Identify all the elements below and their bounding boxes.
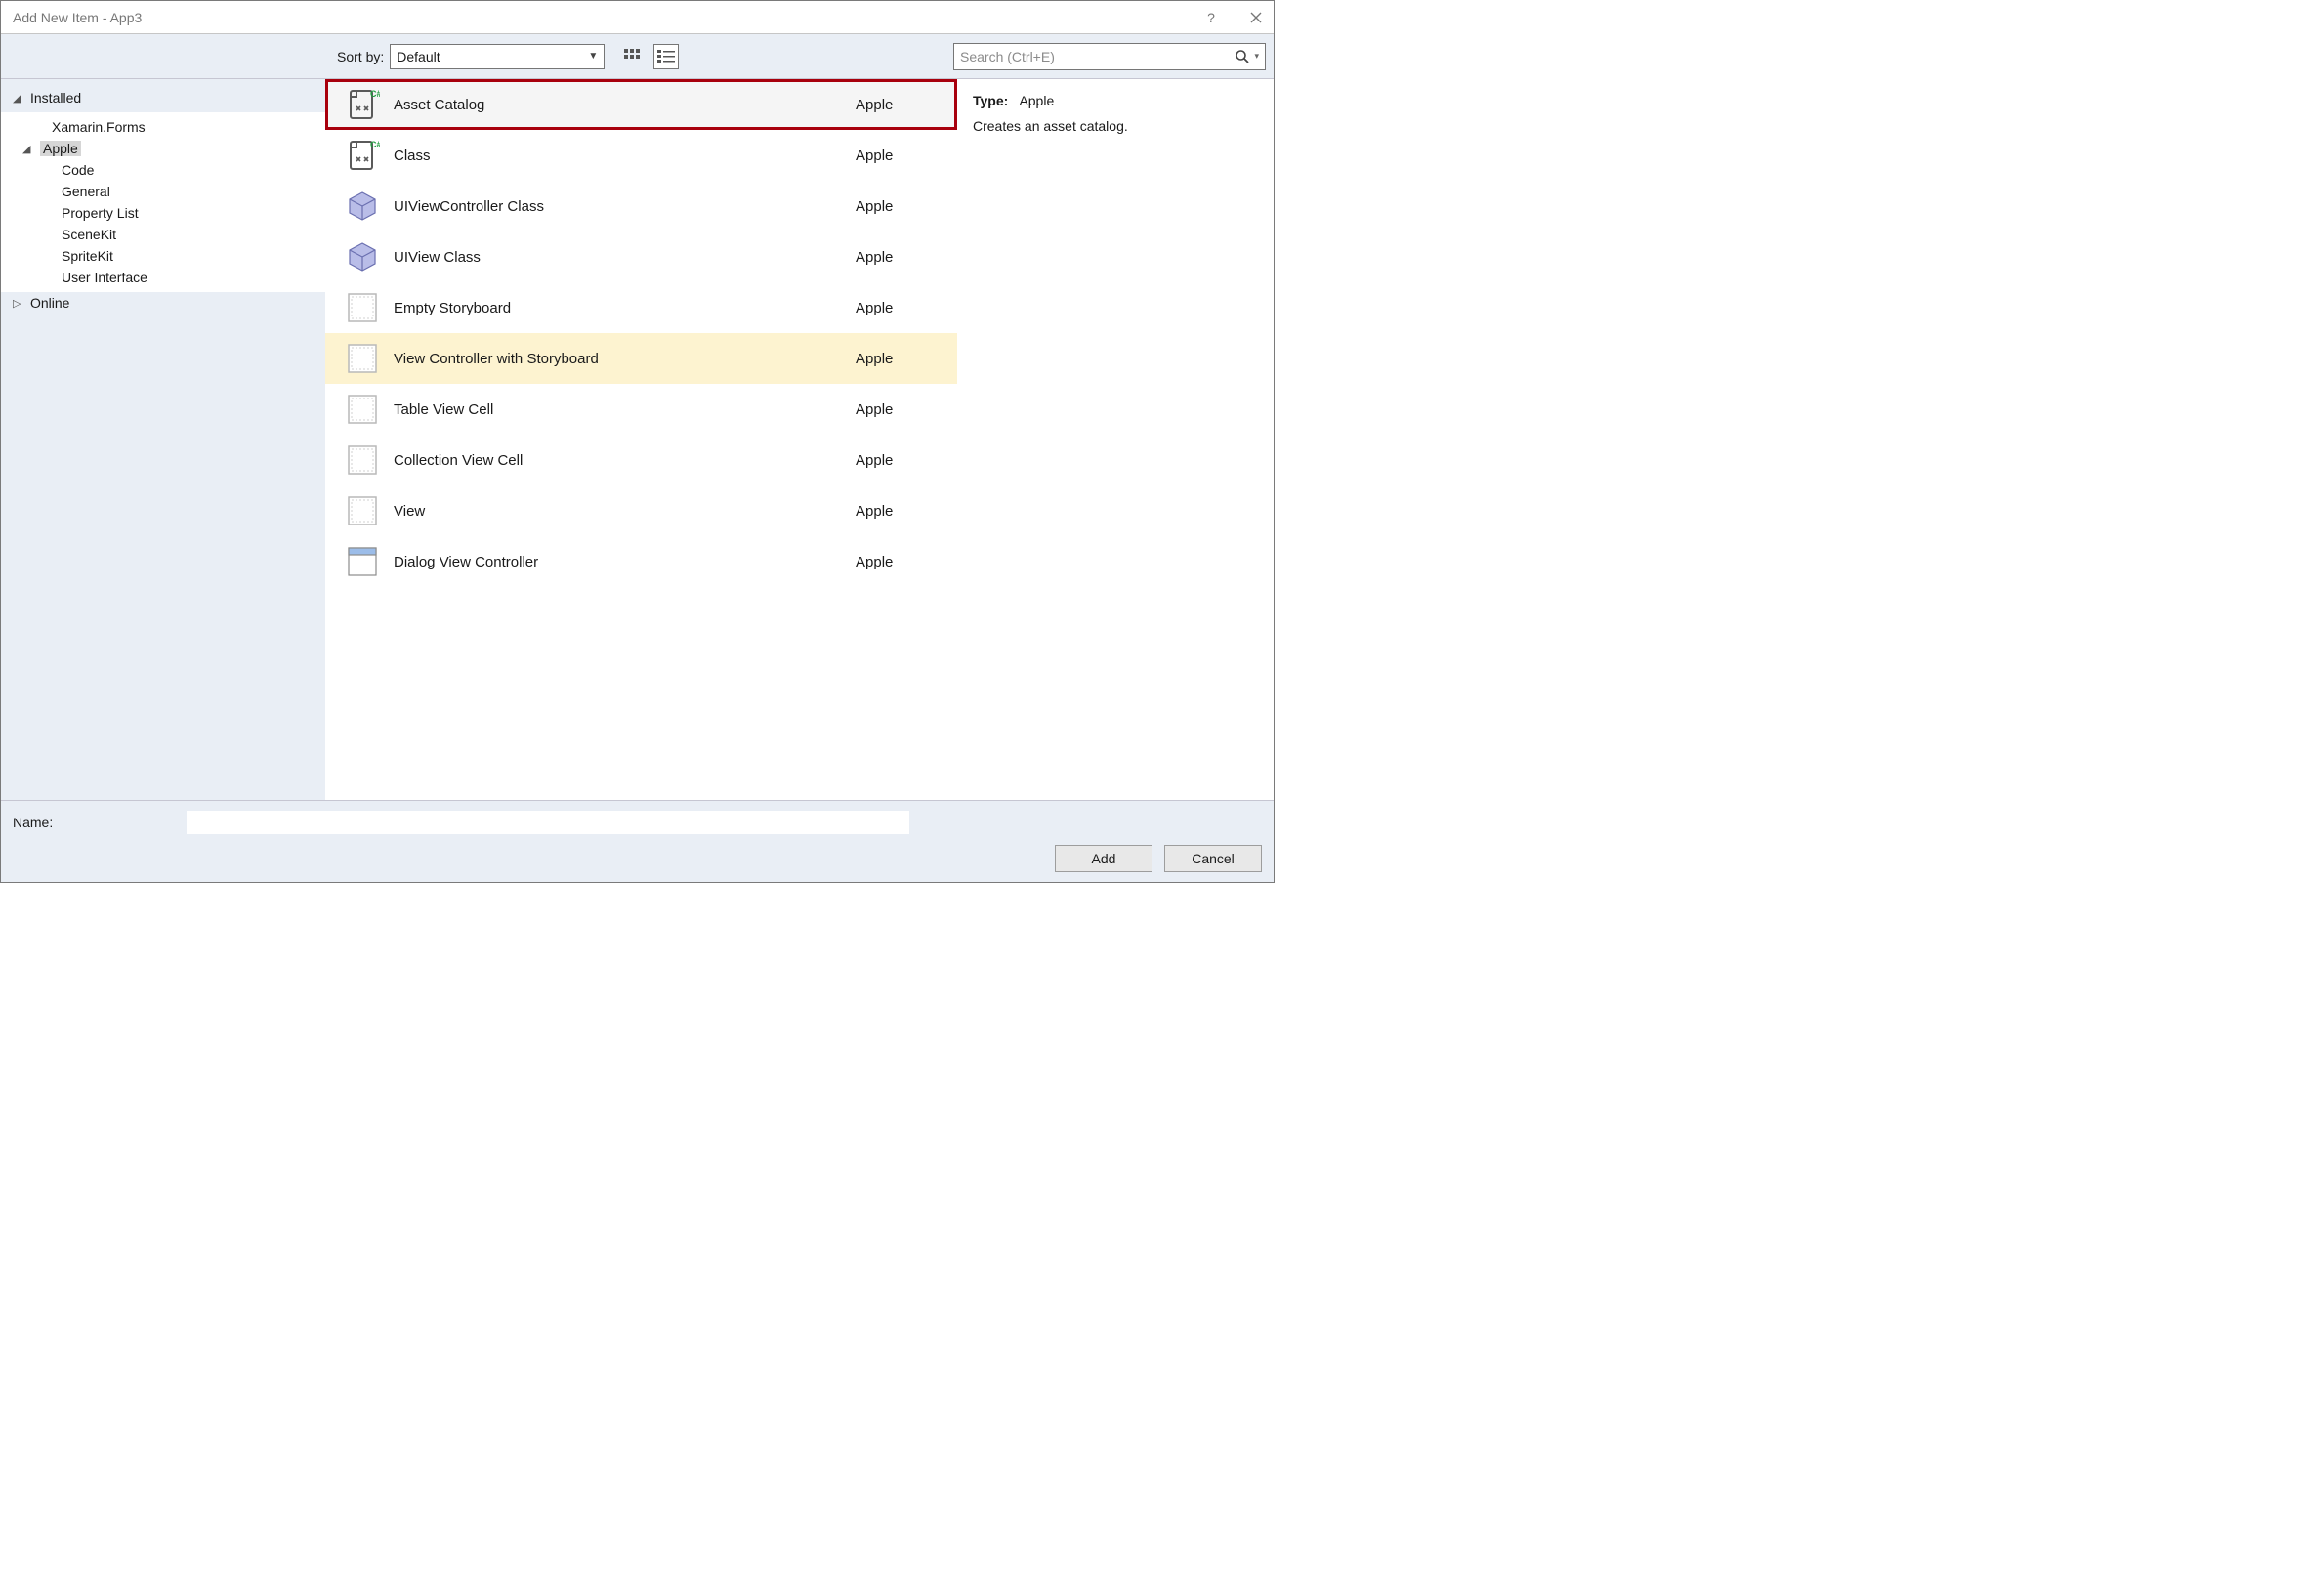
- template-name: View: [384, 503, 856, 520]
- template-category: Apple: [856, 97, 934, 113]
- sort-by-value: Default: [397, 49, 440, 64]
- sidebar: ◢ Installed Xamarin.Forms ◢ Apple Code G…: [1, 79, 325, 800]
- window-title: Add New Item - App3: [13, 10, 1199, 25]
- help-button[interactable]: ?: [1199, 10, 1223, 25]
- toolbar: Sort by: Default ▼: [1, 34, 1274, 79]
- name-input[interactable]: [187, 811, 909, 834]
- main-content: ◢ Installed Xamarin.Forms ◢ Apple Code G…: [1, 79, 1274, 800]
- storyboard-icon: [346, 393, 379, 426]
- sidebar-item-label: Apple: [40, 141, 81, 156]
- template-category: Apple: [856, 300, 934, 316]
- details-type-label: Type:: [973, 93, 1008, 108]
- sidebar-label: Installed: [30, 90, 81, 105]
- details-type-value: Apple: [1019, 93, 1054, 108]
- csharp-file-icon: C#: [345, 138, 380, 173]
- template-name: View Controller with Storyboard: [384, 351, 856, 367]
- expand-icon: ▷: [13, 297, 24, 310]
- collapse-icon: ◢: [22, 143, 34, 155]
- template-category: Apple: [856, 351, 934, 367]
- csharp-file-icon: C#: [345, 87, 380, 122]
- template-name: Asset Catalog: [384, 97, 856, 113]
- titlebar: Add New Item - App3 ?: [1, 1, 1274, 34]
- template-name: UIViewController Class: [384, 198, 856, 215]
- template-row[interactable]: Collection View Cell Apple: [325, 435, 957, 485]
- footer: Name: Add Cancel: [1, 800, 1274, 882]
- details-type: Type: Apple: [973, 93, 1258, 108]
- template-category: Apple: [856, 147, 934, 164]
- close-icon: [1250, 12, 1262, 23]
- sidebar-item-label: Code: [62, 162, 94, 178]
- storyboard-icon: [346, 342, 379, 375]
- template-category: Apple: [856, 503, 934, 520]
- template-row[interactable]: View Apple: [325, 485, 957, 536]
- sort-by-label: Sort by:: [337, 49, 384, 64]
- details-description: Creates an asset catalog.: [973, 118, 1258, 134]
- template-row[interactable]: UIView Class Apple: [325, 231, 957, 282]
- search-icon: [1235, 49, 1250, 64]
- template-row[interactable]: C# Class Apple: [325, 130, 957, 181]
- view-small-icons-button[interactable]: [653, 44, 679, 69]
- sidebar-item-label: General: [62, 184, 110, 199]
- sidebar-item-user-interface[interactable]: User Interface: [1, 267, 325, 288]
- collapse-icon: ◢: [13, 92, 24, 105]
- class-box-icon: [346, 240, 379, 273]
- template-row[interactable]: View Controller with Storyboard Apple: [325, 333, 957, 384]
- sidebar-item-spritekit[interactable]: SpriteKit: [1, 245, 325, 267]
- cancel-button[interactable]: Cancel: [1164, 845, 1262, 872]
- template-list: C# Asset Catalog Apple C# Class Apple UI…: [325, 79, 957, 800]
- template-row[interactable]: Dialog View Controller Apple: [325, 536, 957, 587]
- view-medium-icons-button[interactable]: [620, 44, 646, 69]
- grid-icon: [624, 49, 642, 64]
- sidebar-node-online[interactable]: ▷ Online: [1, 292, 325, 314]
- template-category: Apple: [856, 554, 934, 570]
- sidebar-item-scenekit[interactable]: SceneKit: [1, 224, 325, 245]
- sidebar-item-code[interactable]: Code: [1, 159, 325, 181]
- chevron-down-icon: ▼: [588, 51, 598, 62]
- search-box[interactable]: ▾: [953, 43, 1266, 70]
- template-name: UIView Class: [384, 249, 856, 266]
- template-row[interactable]: C# Asset Catalog Apple: [325, 79, 957, 130]
- name-label: Name:: [13, 815, 169, 830]
- sidebar-item-label: SpriteKit: [62, 248, 113, 264]
- template-row[interactable]: Empty Storyboard Apple: [325, 282, 957, 333]
- list-icon: [657, 49, 675, 64]
- template-name: Collection View Cell: [384, 452, 856, 469]
- sidebar-item-xamarin-forms[interactable]: Xamarin.Forms: [1, 116, 325, 138]
- template-category: Apple: [856, 452, 934, 469]
- template-row[interactable]: Table View Cell Apple: [325, 384, 957, 435]
- svg-text:C#: C#: [370, 140, 380, 149]
- search-button[interactable]: ▾: [1235, 49, 1259, 64]
- search-input[interactable]: [960, 49, 1235, 64]
- storyboard-icon: [346, 291, 379, 324]
- storyboard-icon: [346, 494, 379, 527]
- chevron-down-icon: ▾: [1254, 51, 1259, 62]
- dialog-icon: [346, 545, 379, 578]
- sidebar-item-label: SceneKit: [62, 227, 116, 242]
- sidebar-item-label: User Interface: [62, 270, 147, 285]
- sidebar-item-property-list[interactable]: Property List: [1, 202, 325, 224]
- sidebar-node-installed[interactable]: ◢ Installed: [1, 87, 325, 108]
- template-category: Apple: [856, 401, 934, 418]
- svg-text:C#: C#: [370, 89, 380, 99]
- details-panel: Type: Apple Creates an asset catalog.: [957, 79, 1274, 800]
- template-name: Empty Storyboard: [384, 300, 856, 316]
- sidebar-item-label: Property List: [62, 205, 139, 221]
- template-name: Dialog View Controller: [384, 554, 856, 570]
- template-name: Class: [384, 147, 856, 164]
- sidebar-item-apple[interactable]: ◢ Apple: [1, 138, 325, 159]
- sidebar-item-label: Xamarin.Forms: [52, 119, 146, 135]
- template-row[interactable]: UIViewController Class Apple: [325, 181, 957, 231]
- storyboard-icon: [346, 443, 379, 477]
- sidebar-label: Online: [30, 295, 69, 311]
- add-button[interactable]: Add: [1055, 845, 1152, 872]
- template-name: Table View Cell: [384, 401, 856, 418]
- class-box-icon: [346, 189, 379, 223]
- template-category: Apple: [856, 198, 934, 215]
- template-category: Apple: [856, 249, 934, 266]
- close-button[interactable]: [1244, 12, 1268, 23]
- sort-by-dropdown[interactable]: Default ▼: [390, 44, 605, 69]
- sidebar-item-general[interactable]: General: [1, 181, 325, 202]
